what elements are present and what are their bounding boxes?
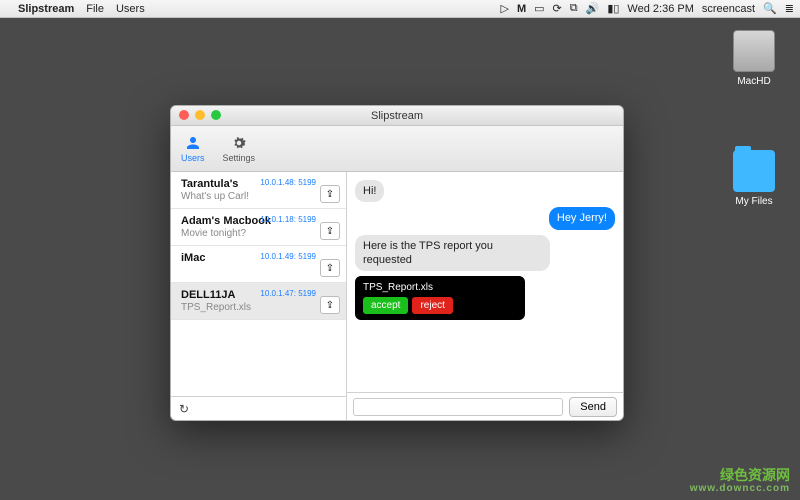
toolbar-users[interactable]: Users — [181, 134, 205, 163]
message-incoming: Hi! — [355, 180, 384, 202]
share-button[interactable]: ⇪ — [320, 259, 340, 277]
spotlight-icon[interactable]: 🔍 — [763, 2, 777, 15]
message-input[interactable] — [353, 398, 563, 416]
toolbar-settings-label: Settings — [223, 153, 256, 163]
user-list: Tarantula'sWhat's up Carl!10.0.1.48: 519… — [171, 172, 346, 396]
toolbar-settings[interactable]: Settings — [223, 134, 256, 163]
gear-icon — [230, 134, 248, 152]
harddrive-icon — [733, 30, 775, 72]
compose-bar: Send — [347, 392, 623, 420]
chat-panel: Hi! Hey Jerry! Here is the TPS report you … — [347, 172, 623, 420]
menubar-appname[interactable]: Slipstream — [18, 3, 74, 15]
zoom-icon[interactable] — [211, 110, 221, 120]
folder-icon — [733, 150, 775, 192]
reject-button[interactable]: reject — [412, 297, 452, 314]
user-subtext: TPS_Report.xls — [181, 302, 338, 313]
user-address: 10.0.1.49: 5199 — [260, 252, 316, 261]
watermark-line1: 绿色资源网 — [690, 468, 790, 483]
status-sync-icon[interactable]: ⟳ — [553, 2, 562, 15]
menubar-clock[interactable]: Wed 2:36 PM — [627, 3, 693, 15]
user-subtext: Movie tonight? — [181, 228, 338, 239]
status-volume-icon[interactable]: 🔊 — [586, 2, 600, 15]
message-list: Hi! Hey Jerry! Here is the TPS report you … — [347, 172, 623, 392]
desktop-drive-label: MacHD — [726, 76, 782, 87]
status-wifi-icon[interactable]: ⧉ — [570, 2, 578, 15]
minimize-icon[interactable] — [195, 110, 205, 120]
toolbar-users-label: Users — [181, 153, 205, 163]
file-transfer-card: TPS_Report.xlsacceptreject — [355, 276, 525, 320]
send-button[interactable]: Send — [569, 397, 617, 417]
desktop-folder-myfiles[interactable]: My Files — [726, 150, 782, 207]
sidebar-footer: ↻ — [171, 396, 346, 420]
status-mail-icon[interactable]: M — [517, 3, 526, 15]
message-outgoing: Hey Jerry! — [549, 207, 615, 229]
status-play-icon[interactable]: ▷ — [500, 2, 508, 15]
menu-users[interactable]: Users — [116, 3, 145, 15]
user-address: 10.0.1.47: 5199 — [260, 289, 316, 298]
user-address: 10.0.1.18: 5199 — [260, 215, 316, 224]
desktop-folder-label: My Files — [726, 196, 782, 207]
sidebar: Tarantula'sWhat's up Carl!10.0.1.48: 519… — [171, 172, 347, 420]
desktop-drive-machd[interactable]: MacHD — [726, 30, 782, 87]
window-titlebar[interactable]: Slipstream — [171, 106, 623, 126]
sidebar-user-item[interactable]: Tarantula'sWhat's up Carl!10.0.1.48: 519… — [171, 172, 346, 209]
macos-menubar: Slipstream File Users ▷ M ▭ ⟳ ⧉ 🔊 ▮▯ Wed… — [0, 0, 800, 18]
menu-file[interactable]: File — [86, 3, 104, 15]
watermark: 绿色资源网 www.downcc.com — [690, 468, 790, 494]
share-button[interactable]: ⇪ — [320, 185, 340, 203]
window-title: Slipstream — [371, 110, 423, 122]
share-button[interactable]: ⇪ — [320, 296, 340, 314]
user-subtext: What's up Carl! — [181, 191, 338, 202]
accept-button[interactable]: accept — [363, 297, 408, 314]
user-address: 10.0.1.48: 5199 — [260, 178, 316, 187]
sidebar-user-item[interactable]: DELL11JATPS_Report.xls10.0.1.47: 5199⇪ — [171, 283, 346, 320]
menubar-user[interactable]: screencast — [702, 3, 755, 15]
notification-center-icon[interactable]: ≣ — [785, 2, 794, 15]
watermark-line2: www.downcc.com — [690, 483, 790, 494]
app-window: Slipstream Users Settings Tarantula'sWha… — [170, 105, 624, 421]
user-icon — [184, 134, 202, 152]
refresh-button[interactable]: ↻ — [179, 402, 189, 416]
sidebar-user-item[interactable]: Adam's MacbookMovie tonight?10.0.1.18: 5… — [171, 209, 346, 246]
file-name: TPS_Report.xls — [363, 282, 517, 293]
status-battery-icon[interactable]: ▮▯ — [607, 2, 619, 15]
toolbar: Users Settings — [171, 126, 623, 172]
close-icon[interactable] — [179, 110, 189, 120]
status-display-icon[interactable]: ▭ — [534, 2, 544, 15]
message-incoming: Here is the TPS report you requested — [355, 235, 550, 272]
share-button[interactable]: ⇪ — [320, 222, 340, 240]
sidebar-user-item[interactable]: iMac 10.0.1.49: 5199⇪ — [171, 246, 346, 283]
